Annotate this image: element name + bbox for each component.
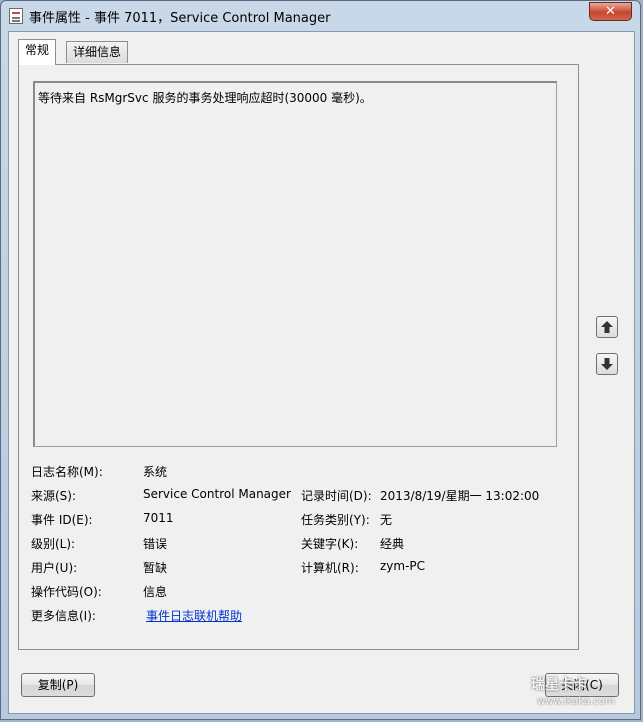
tab-general[interactable]: 常规 [18, 39, 57, 65]
event-properties-window: 事件属性 - 事件 7011，Service Control Manager ✕… [0, 0, 641, 720]
general-tab-panel: 等待来自 RsMgrSvc 服务的事务处理响应超时(30000 毫秒)。 日志名… [18, 64, 579, 650]
opcode-label: 操作代码(O): [31, 585, 102, 599]
source-label: 来源(S): [31, 489, 77, 503]
log-name-label: 日志名称(M): [31, 465, 103, 479]
watermark: 瑞星卡卡 www.ikaka.com [519, 672, 637, 712]
user-label: 用户(U): [31, 561, 78, 575]
event-log-online-help-link[interactable]: 事件日志联机帮助 [146, 607, 242, 624]
task-category-label: 任务类别(Y): [301, 513, 370, 527]
copy-button[interactable]: 复制(P) [21, 673, 95, 697]
arrow-up-icon [601, 321, 613, 333]
title-bar[interactable]: 事件属性 - 事件 7011，Service Control Manager ✕ [1, 1, 640, 31]
previous-event-button[interactable] [596, 316, 618, 338]
window-title: 事件属性 - 事件 7011，Service Control Manager [29, 11, 331, 26]
computer-value: zym-PC [380, 559, 426, 573]
next-event-button[interactable] [596, 353, 618, 375]
watermark-brand: 瑞星卡卡 [531, 677, 587, 693]
watermark-url: www.ikaka.com [537, 696, 615, 707]
level-label: 级别(L): [31, 537, 76, 551]
logged-label: 记录时间(D): [301, 489, 372, 503]
user-value: 暂缺 [143, 561, 168, 575]
event-description[interactable]: 等待来自 RsMgrSvc 服务的事务处理响应超时(30000 毫秒)。 [33, 81, 557, 447]
task-category-value: 无 [380, 513, 393, 527]
log-name-value: 系统 [143, 465, 168, 479]
arrow-down-icon [601, 358, 613, 370]
keywords-label: 关键字(K): [301, 537, 359, 551]
dialog-body: 常规 详细信息 等待来自 RsMgrSvc 服务的事务处理响应超时(30000 … [8, 31, 635, 714]
opcode-value: 信息 [143, 585, 168, 599]
event-viewer-icon [9, 8, 23, 24]
source-value: Service Control Manager [143, 487, 291, 501]
keywords-value: 经典 [380, 537, 405, 551]
logged-value: 2013/8/19/星期一 13:02:00 [380, 489, 540, 503]
event-id-label: 事件 ID(E): [31, 513, 93, 527]
level-value: 错误 [143, 537, 168, 551]
event-id-value: 7011 [143, 511, 174, 525]
tab-details[interactable]: 详细信息 [66, 41, 129, 63]
computer-label: 计算机(R): [301, 561, 359, 575]
window-close-button[interactable]: ✕ [589, 2, 632, 21]
more-info-label: 更多信息(I): [31, 609, 96, 623]
